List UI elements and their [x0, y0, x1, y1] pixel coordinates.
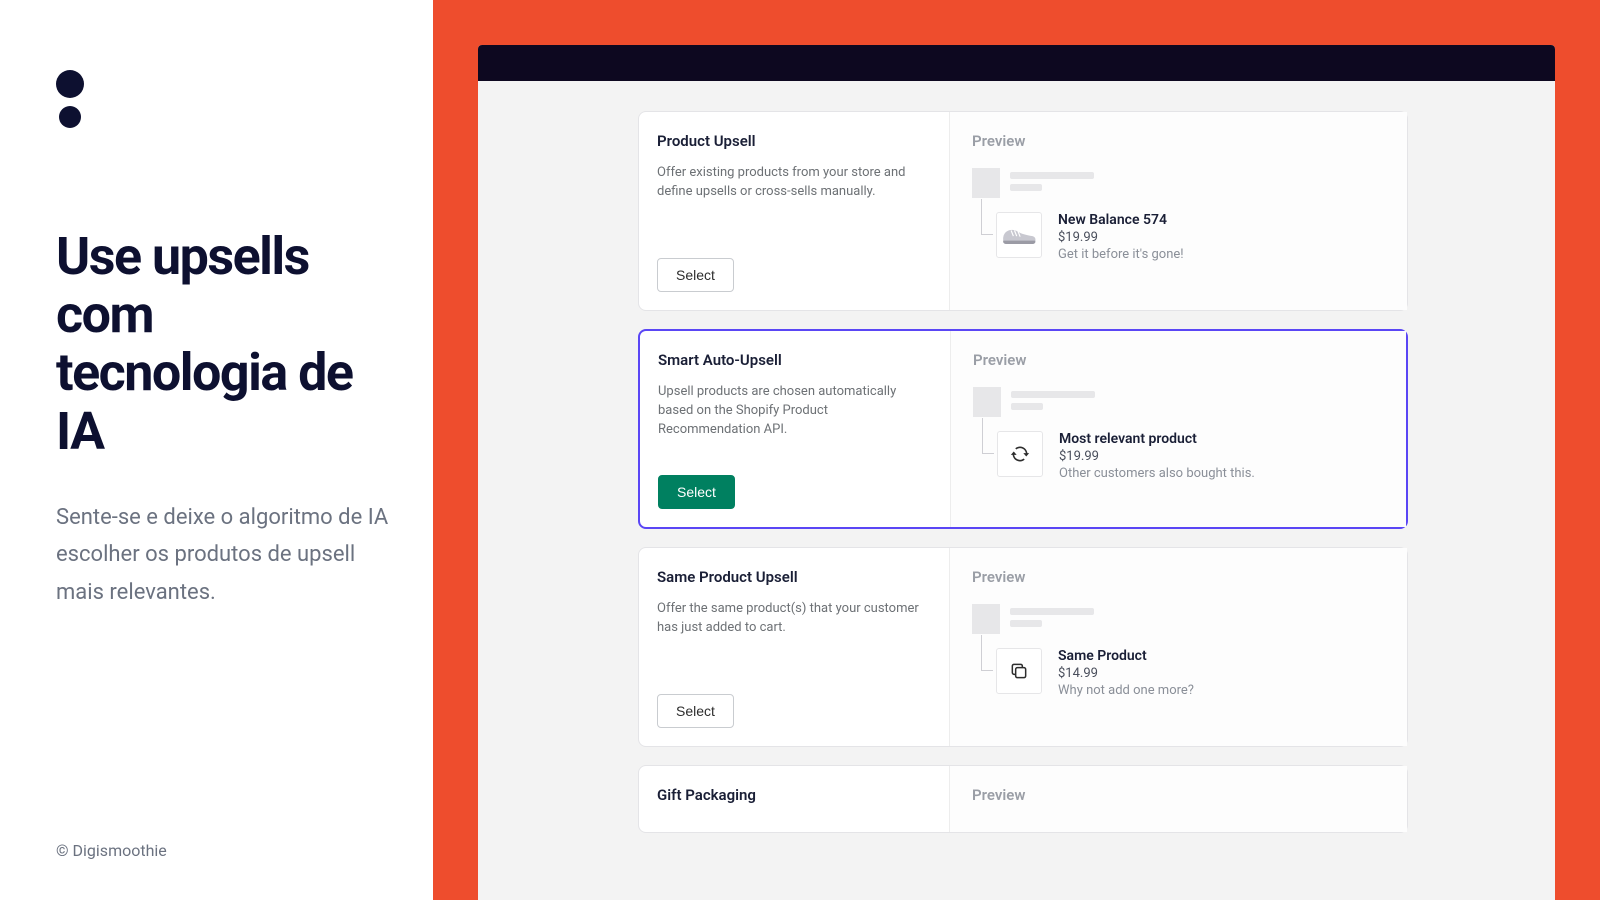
product-price: $19.99 [1058, 230, 1184, 245]
brand-logo [56, 70, 393, 128]
card-title: Same Product Upsell [657, 568, 931, 586]
select-button[interactable]: Select [658, 475, 735, 509]
skeleton-square-icon [972, 168, 1000, 198]
card-preview: Preview [949, 112, 1407, 310]
tree-connector [981, 199, 993, 235]
preview-label: Preview [972, 132, 1385, 150]
card-body: Product Upsell Offer existing products f… [639, 112, 949, 310]
preview-label: Preview [972, 786, 1385, 804]
card-description: Offer existing products from your store … [657, 164, 931, 242]
preview-skeleton [972, 168, 1385, 198]
card-description: Upsell products are chosen automatically… [658, 383, 932, 459]
product-name: Most relevant product [1059, 431, 1255, 447]
shoe-icon [1001, 224, 1037, 246]
preview-product-row: Same Product $14.99 Why not add one more… [996, 648, 1385, 698]
skeleton-square-icon [973, 387, 1001, 417]
product-tagline: Get it before it's gone! [1058, 247, 1184, 262]
upsell-card-gift-packaging: Gift Packaging Preview [638, 765, 1408, 833]
card-preview: Preview [950, 331, 1406, 527]
app-window: Product Upsell Offer existing products f… [478, 45, 1555, 900]
card-body: Smart Auto-Upsell Upsell products are ch… [640, 331, 950, 527]
page-headline: Use upsells com tecnologia de IA [56, 228, 393, 461]
preview-skeleton [972, 604, 1385, 634]
skeleton-lines [1010, 168, 1094, 198]
preview-product-row: Most relevant product $19.99 Other custo… [997, 431, 1384, 481]
copyright-text: © Digismoothie [56, 841, 167, 860]
card-preview: Preview [949, 766, 1407, 832]
card-title: Smart Auto-Upsell [658, 351, 932, 369]
logo-dot-icon [56, 70, 84, 98]
page-subtext: Sente-se e deixe o algoritmo de IA escol… [56, 499, 393, 611]
upsell-cards-list: Product Upsell Offer existing products f… [638, 111, 1408, 833]
select-button[interactable]: Select [657, 258, 734, 292]
product-name: New Balance 574 [1058, 212, 1184, 228]
upsell-card-product-upsell: Product Upsell Offer existing products f… [638, 111, 1408, 311]
product-thumbnail [996, 212, 1042, 258]
product-info: New Balance 574 $19.99 Get it before it'… [1058, 212, 1184, 262]
product-thumbnail [996, 648, 1042, 694]
app-header-bar [478, 45, 1555, 81]
app-content: Product Upsell Offer existing products f… [478, 81, 1555, 900]
product-info: Same Product $14.99 Why not add one more… [1058, 648, 1194, 698]
duplicate-icon [1009, 661, 1029, 681]
product-info: Most relevant product $19.99 Other custo… [1059, 431, 1255, 481]
upsell-card-same-product: Same Product Upsell Offer the same produ… [638, 547, 1408, 747]
refresh-icon [1010, 444, 1030, 464]
skeleton-square-icon [972, 604, 1000, 634]
product-thumbnail [997, 431, 1043, 477]
card-title: Product Upsell [657, 132, 931, 150]
select-button[interactable]: Select [657, 694, 734, 728]
preview-product-row: New Balance 574 $19.99 Get it before it'… [996, 212, 1385, 262]
upsell-card-smart-auto: Smart Auto-Upsell Upsell products are ch… [638, 329, 1408, 529]
logo-dot-icon [59, 106, 81, 128]
marketing-panel: Use upsells com tecnologia de IA Sente-s… [0, 0, 433, 900]
preview-skeleton [973, 387, 1384, 417]
tree-connector [981, 635, 993, 671]
product-price: $14.99 [1058, 666, 1194, 681]
preview-label: Preview [973, 351, 1384, 369]
skeleton-lines [1010, 604, 1094, 634]
screenshot-frame: Product Upsell Offer existing products f… [433, 0, 1600, 900]
product-price: $19.99 [1059, 449, 1255, 464]
card-body: Same Product Upsell Offer the same produ… [639, 548, 949, 746]
product-tagline: Other customers also bought this. [1059, 466, 1255, 481]
tree-connector [982, 418, 994, 454]
card-title: Gift Packaging [657, 786, 931, 804]
product-tagline: Why not add one more? [1058, 683, 1194, 698]
card-description: Offer the same product(s) that your cust… [657, 600, 931, 678]
product-name: Same Product [1058, 648, 1194, 664]
preview-label: Preview [972, 568, 1385, 586]
skeleton-lines [1011, 387, 1095, 417]
card-preview: Preview [949, 548, 1407, 746]
card-body: Gift Packaging [639, 766, 949, 832]
